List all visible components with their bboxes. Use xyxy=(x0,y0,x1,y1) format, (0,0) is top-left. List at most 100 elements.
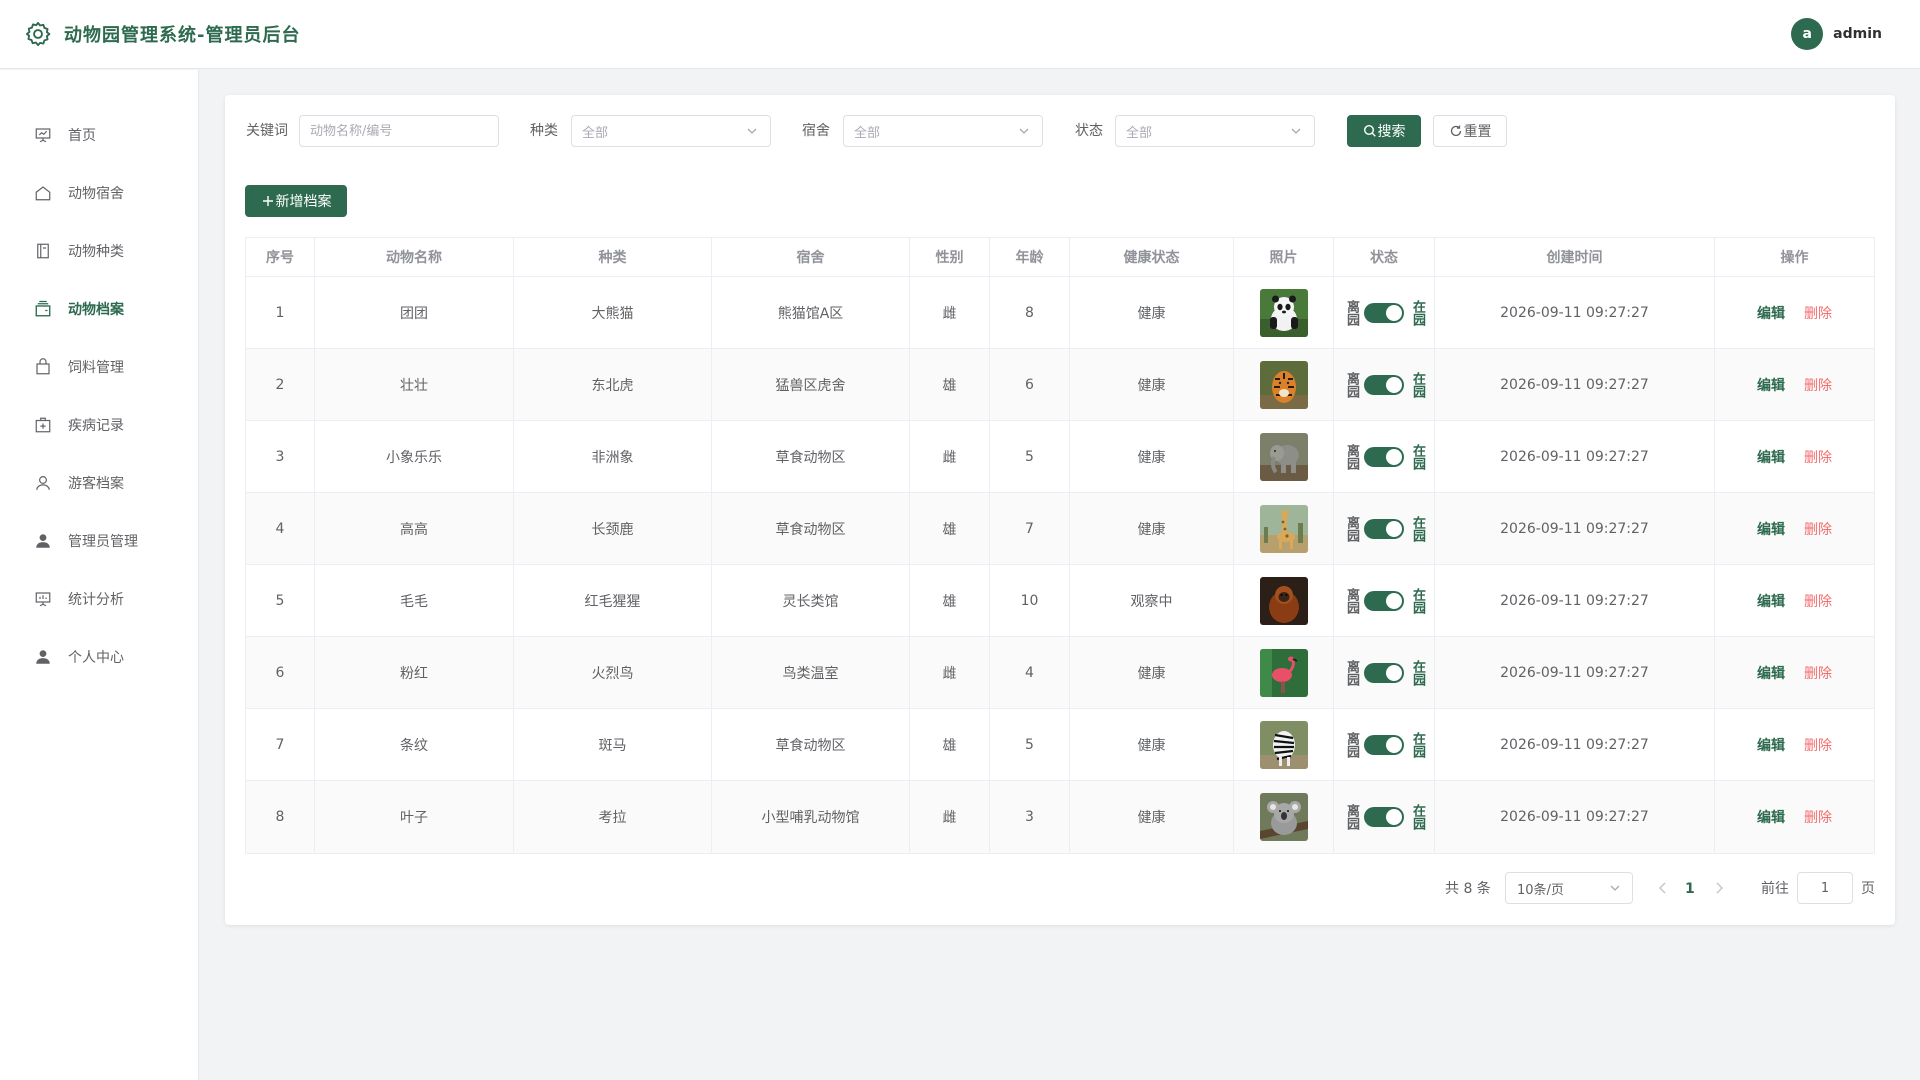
species-label: 种类 xyxy=(530,123,558,139)
sidebar-item-admins[interactable]: 管理员管理 xyxy=(0,521,199,561)
status-toggle[interactable] xyxy=(1364,446,1404,467)
prev-page-button[interactable] xyxy=(1655,880,1671,896)
giraffe-photo[interactable] xyxy=(1259,504,1308,553)
user-menu[interactable]: a admin xyxy=(1791,18,1882,50)
status-toggle[interactable] xyxy=(1364,807,1404,827)
delete-button[interactable]: 删除 xyxy=(1804,447,1832,467)
toggle-knob xyxy=(1386,520,1402,537)
edit-button[interactable]: 编辑 xyxy=(1757,591,1785,611)
search-button[interactable]: 搜索 xyxy=(1347,115,1421,147)
edit-button[interactable]: 编辑 xyxy=(1757,447,1785,467)
sidebar-item-dorm[interactable]: 动物宿舍 xyxy=(0,173,199,213)
table-cell: 5 xyxy=(990,709,1070,780)
page-size-value: 10条/页 xyxy=(1517,882,1564,898)
username[interactable]: admin xyxy=(1833,26,1882,42)
sidebar-item-feed[interactable]: 饲料管理 xyxy=(0,347,199,387)
status-toggle[interactable] xyxy=(1364,302,1404,323)
table-cell: 编辑 删除 xyxy=(1715,349,1874,420)
edit-button[interactable]: 编辑 xyxy=(1757,807,1785,827)
edit-button[interactable]: 编辑 xyxy=(1757,663,1785,683)
gender: 雄 xyxy=(942,521,957,538)
delete-button[interactable]: 删除 xyxy=(1804,591,1832,611)
created-time: 2026-09-11 09:27:27 xyxy=(1500,664,1649,681)
zebra-photo[interactable] xyxy=(1259,720,1308,769)
table-row: 3 小象乐乐 非洲象 草食动物区 雌 5 健康 离园 在园 2026-09-11 09:27:27… xyxy=(246,421,1874,493)
delete-button[interactable]: 删除 xyxy=(1804,735,1832,755)
sidebar-item-species[interactable]: 动物种类 xyxy=(0,231,199,271)
goto-page-field[interactable] xyxy=(1805,880,1845,896)
add-archive-button[interactable]: 新增档案 xyxy=(245,185,347,217)
table-cell: 毛毛 xyxy=(315,565,514,636)
table-cell: 熊猫馆A区 xyxy=(712,277,910,348)
table-cell: 2026-09-11 09:27:27 xyxy=(1435,277,1715,348)
dorm-select[interactable]: 全部 xyxy=(843,115,1043,147)
koala-photo[interactable] xyxy=(1259,793,1308,841)
dorm-name: 草食动物区 xyxy=(775,737,846,754)
dorm-name: 小型哺乳动物馆 xyxy=(761,810,860,826)
table-cell: 10 xyxy=(990,565,1070,636)
gender: 雌 xyxy=(942,305,957,322)
delete-button[interactable]: 删除 xyxy=(1804,303,1832,323)
elephant-photo[interactable] xyxy=(1259,432,1308,481)
status-select[interactable]: 全部 xyxy=(1115,115,1315,147)
delete-button[interactable]: 删除 xyxy=(1804,375,1832,395)
sidebar-item-archives[interactable]: 动物档案 xyxy=(0,289,199,329)
species-name: 火烈鸟 xyxy=(591,665,634,682)
sidebar-item-disease[interactable]: 疾病记录 xyxy=(0,405,199,445)
sidebar-item-profile[interactable]: 个人中心 xyxy=(0,637,199,677)
user-outline-icon xyxy=(34,474,52,492)
goto-page-input[interactable] xyxy=(1797,872,1853,904)
chevron-down-icon xyxy=(746,125,758,137)
table-cell: 雄 xyxy=(910,565,990,636)
shopping-bag-icon xyxy=(34,358,52,376)
health-status: 健康 xyxy=(1137,449,1166,466)
dorm-label: 宿舍 xyxy=(802,123,830,139)
giant-panda-photo[interactable] xyxy=(1259,288,1308,337)
status-toggle[interactable] xyxy=(1364,374,1404,395)
page-number-current[interactable]: 1 xyxy=(1685,878,1695,900)
delete-button[interactable]: 删除 xyxy=(1804,663,1832,683)
user-filled-icon xyxy=(34,532,52,550)
page-size-select[interactable]: 10条/页 xyxy=(1505,872,1633,904)
flamingo-photo[interactable] xyxy=(1259,648,1308,697)
edit-button[interactable]: 编辑 xyxy=(1757,375,1785,395)
sidebar-item-label: 游客档案 xyxy=(68,476,124,492)
age: 10 xyxy=(1020,592,1039,609)
animal-name: 高高 xyxy=(400,521,428,538)
gear-icon xyxy=(24,20,52,48)
table-row: 1 团团 大熊猫 熊猫馆A区 雌 8 健康 离园 在园 2026-09-11 09:27:27 编辑… xyxy=(246,277,1874,349)
switch-off-label: 离园 xyxy=(1344,443,1359,470)
toggle-knob xyxy=(1386,809,1402,825)
switch-off-label: 离园 xyxy=(1344,587,1359,614)
status-toggle[interactable] xyxy=(1364,734,1404,755)
status-switch-group: 离园 在园 xyxy=(1344,300,1425,326)
tiger-photo[interactable] xyxy=(1259,360,1308,409)
next-page-button[interactable] xyxy=(1711,880,1727,896)
sidebar-item-home[interactable]: 首页 xyxy=(0,115,199,155)
goto-label: 前往 xyxy=(1761,881,1789,897)
status-toggle[interactable] xyxy=(1364,662,1404,683)
edit-button[interactable]: 编辑 xyxy=(1757,519,1785,539)
keyword-input[interactable] xyxy=(299,115,499,147)
edit-button[interactable]: 编辑 xyxy=(1757,735,1785,755)
table-cell: 条纹 xyxy=(315,709,514,780)
avatar[interactable]: a xyxy=(1791,18,1824,50)
species-name: 东北虎 xyxy=(591,377,634,394)
sidebar-item-statistics[interactable]: 统计分析 xyxy=(0,579,199,619)
table-cell: 壮壮 xyxy=(315,349,514,420)
keyword-input-field[interactable] xyxy=(310,123,488,139)
delete-button[interactable]: 删除 xyxy=(1804,807,1832,827)
status-toggle[interactable] xyxy=(1364,590,1404,611)
status-toggle[interactable] xyxy=(1364,518,1404,539)
table-cell: 考拉 xyxy=(514,781,712,853)
dorm-name: 灵长类馆 xyxy=(782,593,839,610)
reset-button[interactable]: 重置 xyxy=(1433,115,1507,147)
species-select[interactable]: 全部 xyxy=(571,115,771,147)
delete-button[interactable]: 删除 xyxy=(1804,519,1832,539)
species-name: 大熊猫 xyxy=(591,305,634,322)
column-header: 操作 xyxy=(1780,250,1809,266)
edit-button[interactable]: 编辑 xyxy=(1757,303,1785,323)
house-icon xyxy=(34,184,52,202)
sidebar-item-visitors[interactable]: 游客档案 xyxy=(0,463,199,503)
orangutan-photo[interactable] xyxy=(1259,576,1308,625)
